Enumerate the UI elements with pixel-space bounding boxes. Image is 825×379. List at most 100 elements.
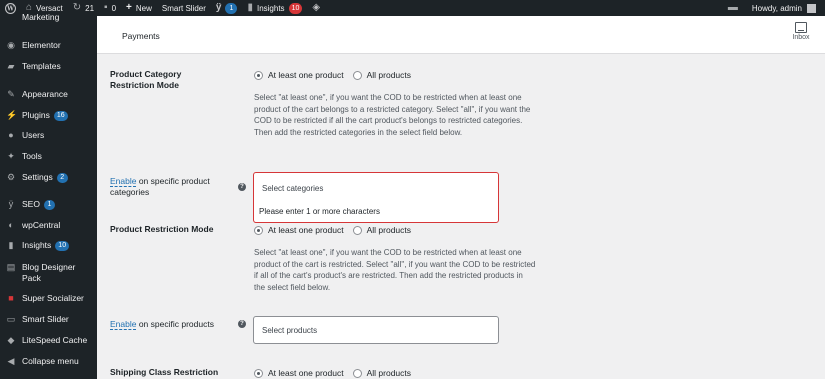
yoast-badge: 1 bbox=[225, 2, 238, 14]
seo-badge: 1 bbox=[43, 200, 55, 210]
sidebar-item-plugins[interactable]: ⚡ Plugins 16 bbox=[0, 110, 97, 121]
plugin-diamond-link[interactable]: ◈ bbox=[307, 0, 329, 16]
categories-select[interactable]: Select categories Please enter 1 or more… bbox=[253, 172, 499, 223]
sidebar-item-users[interactable]: ● Users bbox=[0, 130, 97, 141]
sidebar-item-tools[interactable]: ✦ Tools bbox=[0, 151, 97, 162]
categories-placeholder: Select categories bbox=[262, 184, 324, 193]
smart-slider-link[interactable]: Smart Slider bbox=[157, 0, 211, 16]
sidebar-item-label: Marketing bbox=[22, 12, 60, 22]
insights-label: Insights bbox=[256, 3, 285, 13]
sidebar-item-label: SEO bbox=[22, 199, 40, 209]
sidebar-item-label: Users bbox=[22, 130, 45, 140]
elementor-icon: ◉ bbox=[7, 40, 15, 50]
sidebar-item-label: Super Socializer bbox=[22, 293, 84, 303]
plus-icon: + bbox=[126, 2, 132, 13]
shipping-mode-at-least-one-radio[interactable] bbox=[254, 368, 263, 378]
inbox-icon bbox=[795, 22, 807, 33]
sidebar-item-insights[interactable]: ▮ Insights 10 bbox=[0, 240, 97, 251]
yoast-seo-link[interactable]: ÿ 1 bbox=[211, 0, 243, 16]
sidebar-item-label: Elementor bbox=[22, 40, 61, 50]
wrench-icon: ✦ bbox=[7, 151, 15, 161]
sidebar-item-label: Collapse menu bbox=[22, 356, 79, 366]
sidebar-item-elementor[interactable]: ◉ Elementor bbox=[0, 40, 97, 51]
category-mode-all-radio[interactable] bbox=[352, 70, 362, 80]
sidebar-item-settings[interactable]: ⚙ Settings 2 bbox=[0, 172, 97, 183]
products-placeholder: Select products bbox=[262, 326, 318, 335]
collapse-menu-button[interactable]: ◀ Collapse menu bbox=[0, 356, 97, 367]
insights-link[interactable]: ▮ Insights 10 bbox=[242, 0, 307, 16]
category-mode-label: Product Category Restriction Mode bbox=[110, 69, 182, 90]
sidebar-item-wpcentral[interactable]: ◐ wpCentral bbox=[0, 220, 97, 231]
enable-toggle-link[interactable]: Enable bbox=[110, 319, 137, 330]
product-mode-all-radio[interactable] bbox=[352, 225, 362, 235]
screen-icon-link[interactable]: ▬ bbox=[723, 0, 747, 16]
radio-label: All products bbox=[366, 225, 412, 235]
sidebar-item-templates[interactable]: ▰ Templates bbox=[0, 61, 97, 72]
category-mode-at-least-one-radio[interactable] bbox=[254, 70, 263, 80]
sidebar-item-label: LiteSpeed Cache bbox=[22, 335, 88, 345]
sidebar-item-label: Appearance bbox=[22, 89, 68, 99]
sidebar-item-appearance[interactable]: ✎ Appearance bbox=[0, 89, 97, 100]
category-mode-description: Select "at least one", if you want the C… bbox=[254, 93, 531, 137]
sidebar-item-label: Insights bbox=[22, 240, 52, 250]
radio-label: At least one product bbox=[268, 368, 344, 378]
insights-badge: 10 bbox=[288, 2, 303, 14]
enable-toggle-link[interactable]: Enable bbox=[110, 176, 137, 187]
new-content-link[interactable]: + New bbox=[121, 0, 157, 16]
my-account-link[interactable]: Howdy, admin bbox=[747, 0, 825, 16]
inbox-label: Inbox bbox=[792, 34, 810, 41]
wpcentral-icon: ◐ bbox=[8, 220, 14, 230]
sidebar-item-label: Blog Designer Pack bbox=[22, 262, 76, 283]
comment-icon: ▪ bbox=[104, 2, 108, 13]
sliders-icon: ⚙ bbox=[6, 172, 16, 182]
user-icon: ● bbox=[8, 130, 14, 140]
bar-chart-icon: ▮ bbox=[247, 2, 253, 13]
help-icon[interactable]: ? bbox=[238, 183, 246, 191]
shipping-mode-radios: At least one product All products bbox=[254, 368, 411, 378]
sidebar-item-label: wpCentral bbox=[22, 220, 61, 230]
comments-link[interactable]: ▪ 0 bbox=[99, 0, 121, 16]
blog-icon: ▤ bbox=[6, 262, 16, 272]
bar-chart-icon: ▮ bbox=[8, 240, 14, 250]
product-mode-label: Product Restriction Mode bbox=[110, 224, 214, 234]
radio-label: All products bbox=[366, 368, 412, 378]
monitor-icon: ▬ bbox=[727, 2, 738, 13]
insights-badge: 10 bbox=[55, 241, 70, 251]
sidebar-item-label: Settings bbox=[22, 172, 53, 182]
product-mode-radios: At least one product All products bbox=[254, 225, 411, 235]
admin-bar: W ⌂ Versact ↻ 21 ▪ 0 + New Smart Slider … bbox=[0, 0, 825, 16]
sidebar-item-label: Plugins bbox=[22, 110, 50, 120]
shipping-mode-all-radio[interactable] bbox=[352, 368, 362, 378]
plug-icon: ⚡ bbox=[6, 110, 18, 120]
help-icon[interactable]: ? bbox=[238, 320, 246, 328]
page-title: Payments bbox=[122, 31, 160, 41]
sidebar-item-blog-designer-pack[interactable]: ▤ Blog Designer Pack bbox=[0, 262, 97, 284]
product-enable-text: on specific products bbox=[136, 319, 214, 329]
product-enable-label: Enable on specific products bbox=[110, 319, 250, 330]
plugins-badge: 16 bbox=[53, 111, 68, 121]
shipping-mode-label: Shipping Class Restriction bbox=[110, 367, 219, 377]
sidebar-item-label: Templates bbox=[22, 61, 61, 71]
smart-slider-label: Smart Slider bbox=[161, 3, 206, 13]
folder-icon: ▰ bbox=[7, 61, 15, 71]
sidebar-item-super-socializer[interactable]: ■ Super Socializer bbox=[0, 293, 97, 304]
sidebar-item-smart-slider[interactable]: ▭ Smart Slider bbox=[0, 314, 97, 325]
sidebar-item-seo[interactable]: ÿ SEO 1 bbox=[0, 199, 97, 210]
inbox-button[interactable]: Inbox bbox=[789, 22, 813, 41]
diamond-icon: ◈ bbox=[312, 2, 321, 13]
yoast-icon: ÿ bbox=[215, 2, 222, 13]
product-mode-at-least-one-radio[interactable] bbox=[254, 225, 263, 235]
sidebar-item-label: Smart Slider bbox=[22, 314, 69, 324]
products-select[interactable]: Select products bbox=[253, 316, 499, 344]
share-icon: ■ bbox=[8, 293, 14, 303]
radio-label: At least one product bbox=[268, 70, 344, 80]
category-mode-radios: At least one product All products bbox=[254, 70, 411, 80]
slider-icon: ▭ bbox=[6, 314, 16, 324]
litespeed-icon: ◆ bbox=[7, 335, 15, 345]
sidebar-item-marketing[interactable]: Marketing bbox=[0, 12, 97, 23]
page-header: Payments Inbox bbox=[97, 16, 825, 54]
radio-label: At least one product bbox=[268, 225, 344, 235]
radio-label: All products bbox=[366, 70, 412, 80]
comments-count: 0 bbox=[111, 3, 117, 13]
sidebar-item-litespeed-cache[interactable]: ◆ LiteSpeed Cache bbox=[0, 335, 97, 346]
